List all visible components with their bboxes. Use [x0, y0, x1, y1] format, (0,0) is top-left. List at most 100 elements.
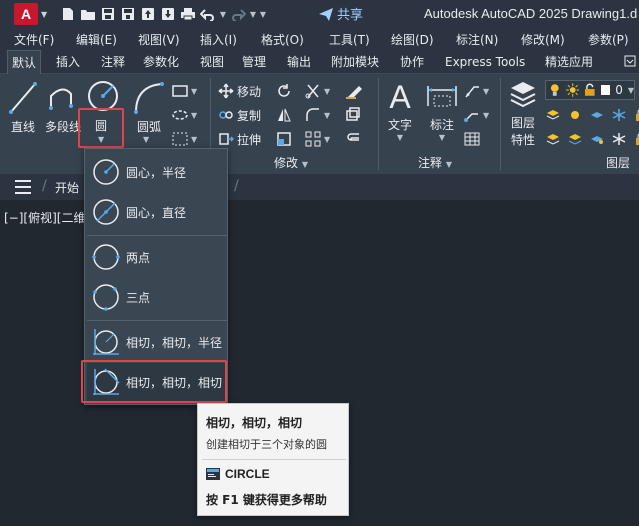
- layer-unisolate-icon[interactable]: [589, 132, 605, 146]
- fillet-tool[interactable]: ▼: [305, 104, 330, 126]
- menu-tools[interactable]: 工具(T): [329, 31, 370, 48]
- qat-dropdown-icon[interactable]: ▼: [258, 3, 268, 25]
- layer-thaw-all-icon[interactable]: [611, 132, 627, 146]
- arc-dropdown-caret-icon[interactable]: ▼: [143, 135, 149, 144]
- mirror-tool[interactable]: [276, 104, 292, 126]
- tab-collaborate[interactable]: 协作: [396, 50, 428, 74]
- new-file-icon[interactable]: [58, 3, 78, 25]
- tab-express-tools[interactable]: Express Tools: [441, 50, 529, 74]
- annotation-panel-title[interactable]: 注释 ▼: [418, 154, 452, 171]
- command-line-icon: [206, 468, 220, 480]
- ellipse-caret-icon[interactable]: ▼: [191, 111, 197, 120]
- trim-tool[interactable]: ▼: [305, 80, 330, 102]
- tab-manage[interactable]: 管理: [238, 50, 270, 74]
- save-icon[interactable]: [98, 3, 118, 25]
- file-tabs-menu-icon[interactable]: [15, 180, 31, 194]
- print-icon[interactable]: [178, 3, 198, 25]
- rectangle-tool[interactable]: ▼: [172, 80, 197, 102]
- circle-three-point-option[interactable]: 三点: [87, 278, 227, 316]
- save-as-icon[interactable]: [118, 3, 138, 25]
- app-menu-caret-icon[interactable]: ▼: [41, 10, 47, 19]
- tab-default[interactable]: 默认: [7, 50, 42, 74]
- layer-match-icon[interactable]: [545, 132, 561, 146]
- menu-parametric[interactable]: 参数(P): [588, 31, 629, 48]
- menu-edit[interactable]: 编辑(E): [76, 31, 117, 48]
- polyline-tool-button[interactable]: 多段线: [43, 80, 83, 135]
- erase-tool[interactable]: [345, 80, 363, 102]
- menu-modify[interactable]: 修改(M): [521, 31, 565, 48]
- layer-previous-icon[interactable]: [567, 132, 583, 146]
- layer-isolate-icon[interactable]: [567, 108, 583, 122]
- layer-set-current-icon[interactable]: [545, 108, 561, 122]
- tab-featured-apps[interactable]: 精选应用: [541, 50, 597, 74]
- array-tool[interactable]: ▼: [305, 128, 330, 150]
- text-tool-button[interactable]: A 文字 ▼: [384, 78, 416, 142]
- table-tool[interactable]: [464, 128, 480, 150]
- rectangle-icon: [172, 85, 188, 97]
- share-button[interactable]: 共享: [318, 4, 363, 23]
- text-caret-icon[interactable]: ▼: [397, 133, 403, 142]
- redo-dropdown-icon[interactable]: ▼: [248, 3, 258, 25]
- array-caret-icon[interactable]: ▼: [324, 135, 330, 144]
- circle-label[interactable]: 圆: [95, 117, 107, 134]
- offset-tool[interactable]: [345, 128, 361, 150]
- fillet-caret-icon[interactable]: ▼: [324, 111, 330, 120]
- ellipse-icon: [172, 110, 188, 120]
- layer-off-icon[interactable]: [589, 108, 605, 122]
- dimension-caret-icon[interactable]: ▼: [439, 133, 445, 142]
- tab-annotate[interactable]: 注释: [97, 50, 129, 74]
- tab-output[interactable]: 输出: [283, 50, 315, 74]
- tab-addins[interactable]: 附加模块: [327, 50, 383, 74]
- circle-dropdown-caret-icon[interactable]: ▼: [98, 135, 104, 144]
- rotate-tool[interactable]: [276, 80, 292, 102]
- tab-view[interactable]: 视图: [196, 50, 228, 74]
- upload-icon[interactable]: [138, 3, 158, 25]
- leader-tool[interactable]: ▼: [464, 80, 489, 102]
- autocad-logo-button[interactable]: A: [14, 3, 38, 25]
- file-tab-start[interactable]: 开始: [55, 179, 79, 196]
- stretch-tool[interactable]: 拉伸: [218, 128, 261, 150]
- explode-tool[interactable]: [345, 104, 361, 126]
- menu-dimension[interactable]: 标注(N): [456, 31, 498, 48]
- menu-draw[interactable]: 绘图(D): [391, 31, 434, 48]
- multileader-caret-icon[interactable]: ▼: [483, 111, 489, 120]
- trim-caret-icon[interactable]: ▼: [324, 87, 330, 96]
- undo-icon[interactable]: [198, 3, 218, 25]
- menu-format[interactable]: 格式(O): [261, 31, 304, 48]
- layer-lock-icon[interactable]: [633, 108, 639, 122]
- multileader-tool[interactable]: ▼: [464, 104, 489, 126]
- layers-panel-title[interactable]: 图层: [606, 154, 630, 171]
- arc-tool-button[interactable]: 圆弧: [130, 80, 168, 135]
- redo-icon[interactable]: [228, 3, 248, 25]
- ellipse-tool[interactable]: ▼: [172, 104, 197, 126]
- menu-insert[interactable]: 插入(I): [200, 31, 237, 48]
- ribbon-minimize-icon[interactable]: [624, 55, 636, 69]
- layer-freeze-icon[interactable]: [611, 108, 627, 122]
- tab-insert[interactable]: 插入: [52, 50, 84, 74]
- circle-center-radius-option[interactable]: 圆心，半径: [87, 153, 227, 191]
- copy-tool[interactable]: 复制: [218, 104, 261, 126]
- open-folder-icon[interactable]: [78, 3, 98, 25]
- rectangle-caret-icon[interactable]: ▼: [191, 87, 197, 96]
- layer-color-swatch: [600, 85, 611, 95]
- layer-properties-button[interactable]: 图层 特性: [506, 78, 540, 148]
- download-icon[interactable]: [158, 3, 178, 25]
- menu-file[interactable]: 文件(F): [14, 31, 54, 48]
- circle-two-point-option[interactable]: 两点: [87, 238, 227, 276]
- hatch-caret-icon[interactable]: ▼: [191, 135, 197, 144]
- circle-center-diameter-option[interactable]: 圆心，直径: [87, 193, 227, 231]
- circle-tan-tan-radius-option[interactable]: 相切，相切，半径: [87, 323, 227, 361]
- layer-dropdown[interactable]: 0 ▼: [545, 80, 635, 100]
- menu-view[interactable]: 视图(V): [138, 31, 180, 48]
- move-tool[interactable]: 移动: [218, 80, 261, 102]
- layer-unlock-all-icon[interactable]: [633, 132, 639, 146]
- viewport-controls-label[interactable]: [−][俯视][二维: [4, 209, 85, 226]
- tab-parametric[interactable]: 参数化: [139, 50, 183, 74]
- modify-panel-title[interactable]: 修改 ▼: [274, 154, 308, 171]
- leader-caret-icon[interactable]: ▼: [483, 87, 489, 96]
- line-tool-button[interactable]: 直线: [7, 80, 39, 135]
- dimension-tool-button[interactable]: 标注 ▼: [422, 78, 462, 142]
- scale-tool[interactable]: [276, 128, 292, 150]
- undo-dropdown-icon[interactable]: ▼: [218, 3, 228, 25]
- hatch-tool[interactable]: ▼: [172, 128, 197, 150]
